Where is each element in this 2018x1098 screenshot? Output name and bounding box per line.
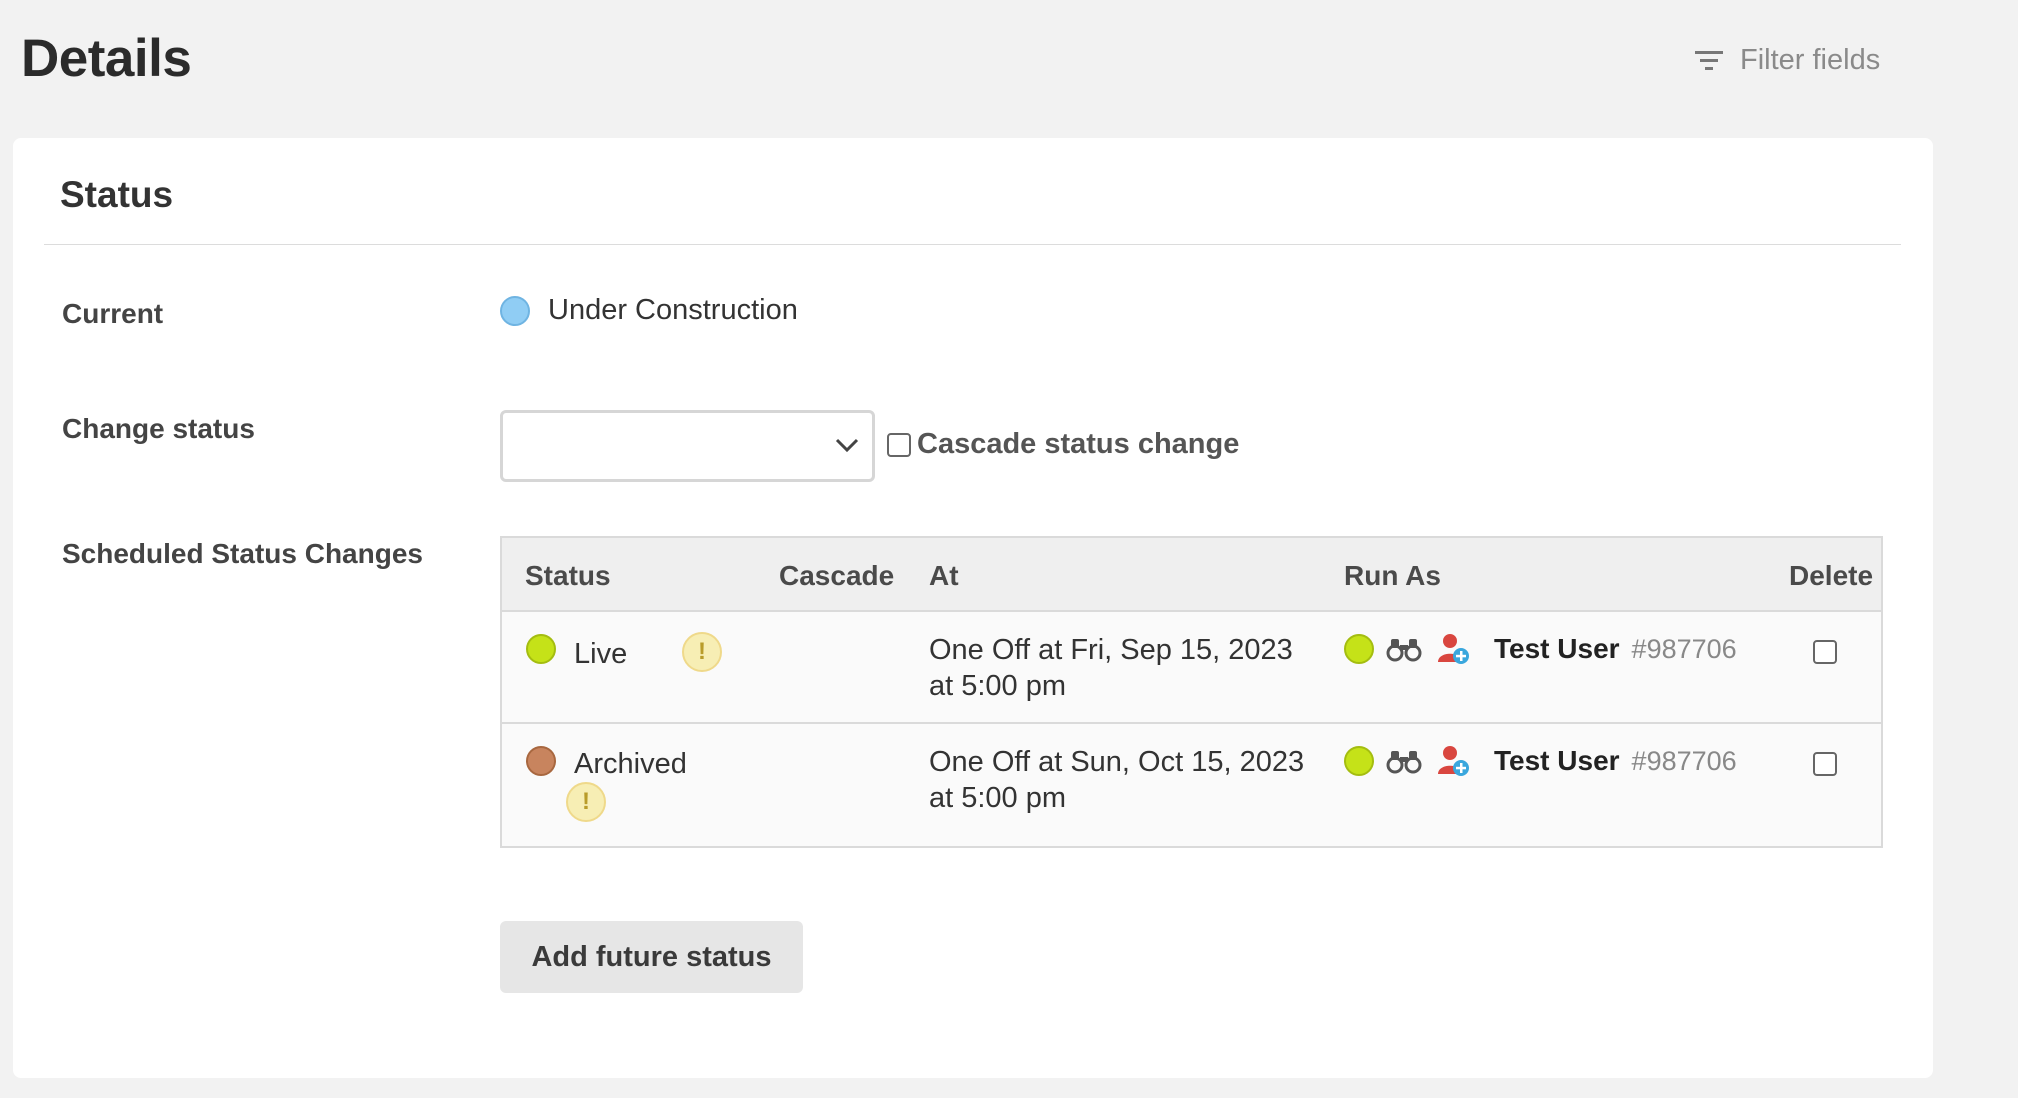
scheduled-at-line2: at 5:00 pm [929, 782, 1067, 814]
scheduled-at-line1: One Off at Fri, Sep 15, 2023 [929, 634, 1293, 666]
run-as-status-dot [1344, 746, 1374, 776]
chevron-down-icon [835, 438, 859, 453]
current-status: Under Construction [500, 294, 798, 327]
table-row: Archived ! One Off at Sun, Oct 15, 2023 … [502, 724, 1881, 848]
status-label: Archived [574, 748, 687, 780]
binoculars-icon[interactable] [1386, 636, 1422, 662]
scheduled-status-table: Status Cascade At Run As Delete Live ! O… [500, 536, 1883, 848]
scheduled-at-line2: at 5:00 pm [929, 670, 1067, 702]
run-as: Test User #987706 [1344, 632, 1737, 666]
filter-fields-label: Filter fields [1740, 44, 1881, 76]
delete-checkbox[interactable] [1813, 752, 1837, 776]
page-title: Details [21, 29, 192, 88]
column-header-cascade: Cascade [779, 560, 895, 591]
user-add-icon[interactable] [1436, 632, 1470, 666]
add-future-status-button[interactable]: Add future status [500, 921, 803, 993]
delete-checkbox[interactable] [1813, 640, 1837, 664]
current-status-value: Under Construction [548, 294, 798, 326]
change-status-label: Change status [62, 413, 255, 444]
scheduled-at-line1: One Off at Sun, Oct 15, 2023 [929, 746, 1305, 778]
column-header-run-as: Run As [1344, 560, 1441, 591]
status-dot [526, 634, 556, 664]
table-row: Live ! One Off at Fri, Sep 15, 2023 at 5… [502, 612, 1881, 724]
scheduled-at: One Off at Sun, Oct 15, 2023 at 5:00 pm [929, 744, 1309, 816]
filter-fields-button[interactable]: Filter fields [1694, 44, 1880, 77]
status-label: Live [574, 638, 628, 670]
scheduled-status-label: Scheduled Status Changes [62, 538, 423, 569]
run-as-user-name[interactable]: Test User [1494, 633, 1620, 665]
status-panel: Status Current Under Construction Change… [13, 138, 1933, 1078]
current-label: Current [62, 298, 164, 329]
user-add-icon[interactable] [1436, 744, 1470, 778]
page-header: Details Filter fields [0, 0, 2018, 130]
change-status-select[interactable] [500, 410, 875, 482]
cascade-status-option[interactable]: Cascade status change [887, 428, 1239, 461]
warning-icon[interactable]: ! [566, 782, 606, 822]
scheduled-at: One Off at Fri, Sep 15, 2023 at 5:00 pm [929, 632, 1309, 704]
run-as-status-dot [1344, 634, 1374, 664]
column-header-status: Status [525, 560, 611, 591]
warning-icon[interactable]: ! [682, 632, 722, 672]
cascade-status-label: Cascade status change [917, 428, 1240, 460]
column-header-delete: Delete [1789, 560, 1874, 591]
panel-title: Status [60, 174, 174, 215]
table-header: Status Cascade At Run As Delete [502, 538, 1881, 612]
binoculars-icon[interactable] [1386, 748, 1422, 774]
current-status-dot [500, 295, 530, 326]
run-as: Test User #987706 [1344, 744, 1737, 778]
run-as-user-name[interactable]: Test User [1494, 745, 1620, 777]
panel-divider [44, 244, 1901, 245]
run-as-user-id: #987706 [1631, 633, 1737, 664]
run-as-user-id: #987706 [1631, 745, 1737, 776]
status-dot [526, 746, 556, 776]
filter-icon [1695, 50, 1723, 70]
column-header-at: At [929, 560, 959, 591]
cascade-status-checkbox[interactable] [887, 432, 911, 457]
